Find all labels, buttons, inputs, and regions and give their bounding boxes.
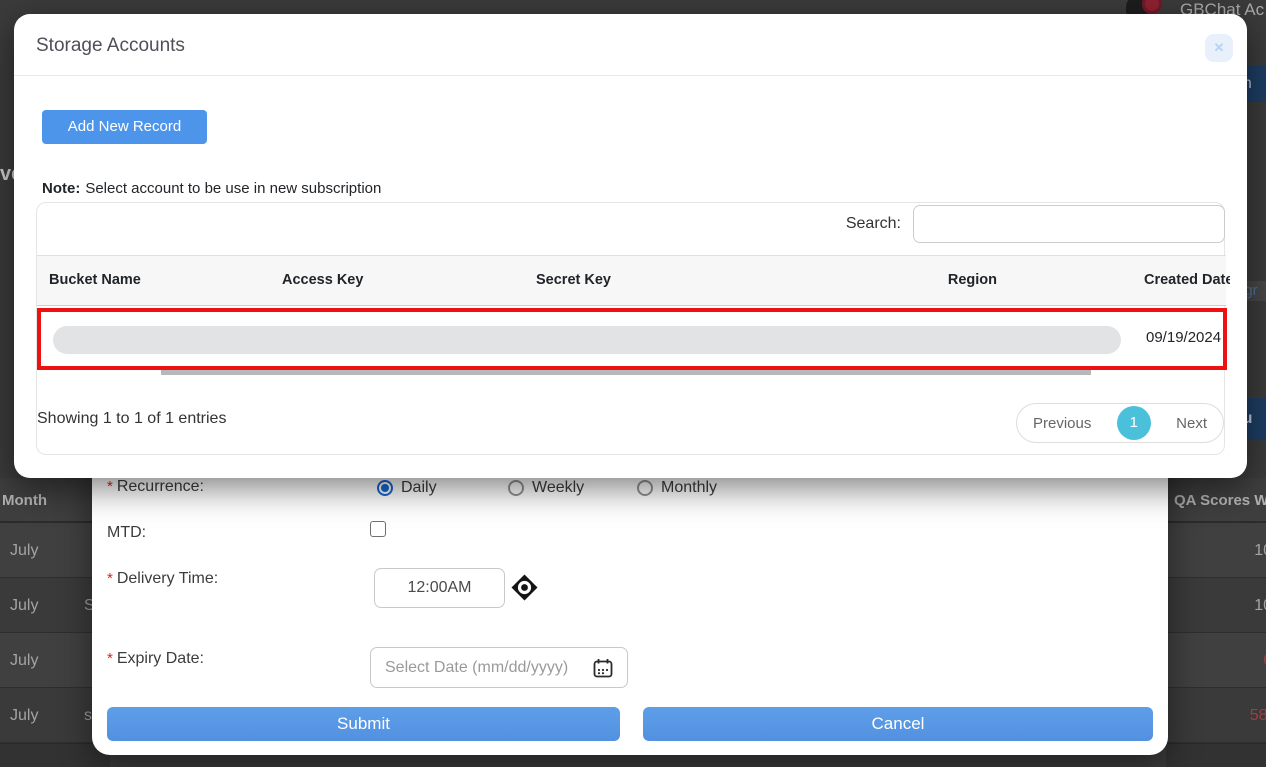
cell-month: July	[10, 707, 38, 724]
cell-score: 10	[1166, 578, 1266, 633]
submit-button[interactable]: Submit	[107, 707, 620, 741]
modal-header: Storage Accounts ✕	[14, 14, 1247, 76]
cancel-button[interactable]: Cancel	[643, 707, 1153, 741]
table-row: 10	[1166, 523, 1266, 578]
created-date-cell: 09/19/2024	[1146, 329, 1221, 346]
radio-weekly[interactable]	[508, 480, 524, 496]
cell-score: 6	[1166, 633, 1266, 688]
recurrence-label: *Recurrence:	[107, 478, 204, 496]
column-header-qa-scores: QA Scores W	[1166, 478, 1266, 523]
required-marker: *	[107, 650, 113, 667]
note-text: Note: Select account to be use in new sub…	[42, 180, 381, 197]
note-body: Select account to be use in new subscrip…	[85, 180, 381, 197]
required-marker: *	[107, 478, 113, 495]
calendar-icon[interactable]	[593, 658, 613, 678]
cell-month: July	[10, 652, 38, 669]
search-input[interactable]	[913, 205, 1225, 243]
cell-fragment: s	[84, 688, 92, 743]
column-header-access-key[interactable]: Access Key	[282, 272, 363, 288]
redacted-row-fragment	[161, 370, 1091, 375]
background-qa-scores-table: QA Scores W 10 10 6 58.	[1166, 478, 1266, 767]
pagination-previous[interactable]: Previous	[1033, 415, 1091, 432]
pagination: Previous 1 Next	[1016, 403, 1224, 443]
table-row: 58.	[1166, 688, 1266, 743]
table-row: 6	[1166, 633, 1266, 688]
table-header-row: Bucket Name Access Key Secret Key Region…	[37, 255, 1226, 306]
note-label: Note:	[42, 180, 80, 197]
column-header-secret-key[interactable]: Secret Key	[536, 272, 611, 288]
search-label: Search:	[844, 215, 901, 233]
entries-status-text: Showing 1 to 1 of 1 entries	[37, 410, 226, 428]
modal-title: Storage Accounts	[36, 35, 185, 57]
close-icon[interactable]: ✕	[1205, 34, 1233, 62]
cell-month: July	[10, 542, 38, 559]
mtd-checkbox[interactable]	[370, 521, 386, 537]
recurrence-label-text: Recurrence:	[117, 478, 204, 495]
mtd-label: MTD:	[107, 524, 146, 542]
notification-badge	[1142, 0, 1162, 14]
account-row-highlighted[interactable]: 09/19/2024	[37, 308, 1227, 370]
cell-score: 58.	[1166, 688, 1266, 743]
add-new-record-button[interactable]: Add New Record	[42, 110, 207, 144]
table-footer-strip	[1166, 743, 1266, 767]
expiry-date-label-text: Expiry Date:	[117, 650, 204, 667]
delivery-time-input[interactable]	[374, 568, 505, 608]
time-picker-icon[interactable]	[511, 574, 538, 601]
cell-month: July	[10, 597, 38, 614]
table-row: 10	[1166, 578, 1266, 633]
cell-score: 10	[1166, 523, 1266, 578]
expiry-date-label: *Expiry Date:	[107, 650, 204, 668]
radio-weekly-label[interactable]: Weekly	[532, 479, 584, 497]
pagination-next[interactable]: Next	[1176, 415, 1207, 432]
column-header-created-date[interactable]: Created Date	[1144, 272, 1230, 288]
radio-daily-label[interactable]: Daily	[401, 479, 437, 497]
delivery-time-label-text: Delivery Time:	[117, 570, 218, 587]
redacted-account-cell	[53, 326, 1121, 354]
radio-monthly-label[interactable]: Monthly	[661, 479, 717, 497]
expiry-date-input[interactable]	[370, 647, 628, 688]
radio-daily[interactable]	[377, 480, 393, 496]
pagination-page-1[interactable]: 1	[1117, 406, 1151, 440]
screen: GBChat Ac ve on ogr Su Month July JulyS …	[0, 0, 1266, 767]
delivery-time-label: *Delivery Time:	[107, 570, 218, 588]
column-header-region[interactable]: Region	[913, 272, 997, 288]
required-marker: *	[107, 570, 113, 587]
storage-accounts-modal: Storage Accounts ✕ Add New Record Note: S…	[14, 14, 1247, 478]
radio-monthly[interactable]	[637, 480, 653, 496]
table-footer-strip	[0, 743, 110, 767]
column-header-bucket-name[interactable]: Bucket Name	[49, 272, 141, 288]
